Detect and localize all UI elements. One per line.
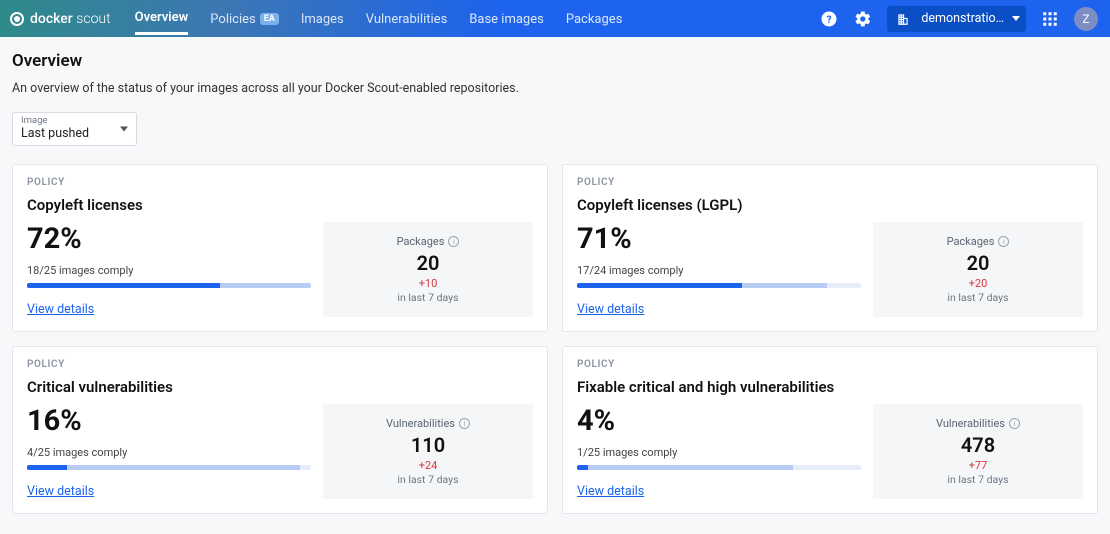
metric-value: 20 (333, 251, 523, 275)
compliance-bar (577, 465, 861, 470)
scout-icon (10, 12, 24, 26)
policy-cards-grid: POLICY Copyleft licenses 72% 18/25 image… (12, 164, 1098, 514)
apps-grid-icon[interactable] (1040, 9, 1060, 29)
nav-vulnerabilities[interactable]: Vulnerabilities (366, 4, 448, 34)
compliance-text: 4/25 images comply (27, 446, 311, 459)
info-icon[interactable]: i (448, 236, 459, 247)
primary-nav: Overview PoliciesEA Images Vulnerabiliti… (135, 2, 623, 35)
policy-stats: 4% 1/25 images comply View details (577, 404, 861, 499)
chevron-down-icon (1012, 16, 1020, 21)
nav-overview[interactable]: Overview (135, 2, 189, 35)
metric-box: Vulnerabilities i 478 +77 in last 7 days (873, 404, 1083, 499)
policy-overline: POLICY (577, 359, 1083, 370)
policy-overline: POLICY (27, 359, 533, 370)
policy-card: POLICY Critical vulnerabilities 16% 4/25… (12, 346, 548, 514)
nav-base-images[interactable]: Base images (469, 4, 544, 34)
compliance-bar (577, 283, 861, 288)
policy-card: POLICY Fixable critical and high vulnera… (562, 346, 1098, 514)
policy-overline: POLICY (27, 177, 533, 188)
page-body: Overview An overview of the status of yo… (0, 37, 1110, 534)
metric-value: 478 (883, 433, 1073, 457)
metric-label: Packages i (947, 235, 1010, 248)
help-icon[interactable]: ? (819, 9, 839, 29)
metric-value: 20 (883, 251, 1073, 275)
compliance-percent: 71% (577, 222, 861, 256)
compliance-percent: 4% (577, 404, 861, 438)
view-details-link[interactable]: View details (577, 484, 644, 499)
view-details-link[interactable]: View details (27, 302, 94, 317)
policy-card: POLICY Copyleft licenses 72% 18/25 image… (12, 164, 548, 332)
policy-title: Critical vulnerabilities (27, 378, 533, 396)
metric-box: Vulnerabilities i 110 +24 in last 7 days (323, 404, 533, 499)
metric-box: Packages i 20 +20 in last 7 days (873, 222, 1083, 317)
metric-label: Vulnerabilities i (936, 417, 1020, 430)
metric-value: 110 (333, 433, 523, 457)
metric-period: in last 7 days (333, 473, 523, 486)
image-selector[interactable]: Image Last pushed (12, 112, 137, 146)
compliance-bar (27, 283, 311, 288)
building-icon (893, 9, 913, 29)
metric-period: in last 7 days (333, 291, 523, 304)
view-details-link[interactable]: View details (577, 302, 644, 317)
top-nav: docker scout Overview PoliciesEA Images … (0, 0, 1110, 37)
policy-card: POLICY Copyleft licenses (LGPL) 71% 17/2… (562, 164, 1098, 332)
metric-label: Packages i (397, 235, 460, 248)
org-switcher[interactable]: demonstratio… (887, 6, 1026, 32)
chevron-down-icon (120, 127, 128, 132)
compliance-text: 17/24 images comply (577, 264, 861, 277)
info-icon[interactable]: i (1009, 418, 1020, 429)
org-name: demonstratio… (921, 11, 1004, 26)
metric-period: in last 7 days (883, 291, 1073, 304)
metric-delta: +10 (333, 277, 523, 290)
info-icon[interactable]: i (459, 418, 470, 429)
compliance-percent: 16% (27, 404, 311, 438)
policy-title: Fixable critical and high vulnerabilitie… (577, 378, 1083, 396)
metric-period: in last 7 days (883, 473, 1073, 486)
metric-label: Vulnerabilities i (386, 417, 470, 430)
image-selector-label: Image (21, 115, 128, 126)
image-selector-value: Last pushed (21, 126, 128, 141)
policy-title: Copyleft licenses (27, 196, 533, 214)
compliance-bar (27, 465, 311, 470)
brand-logo[interactable]: docker scout (10, 11, 111, 27)
compliance-text: 1/25 images comply (577, 446, 861, 459)
compliance-text: 18/25 images comply (27, 264, 311, 277)
nav-images[interactable]: Images (301, 4, 344, 34)
policy-stats: 72% 18/25 images comply View details (27, 222, 311, 317)
metric-delta: +77 (883, 459, 1073, 472)
brand-name: docker scout (30, 11, 111, 27)
metric-delta: +20 (883, 277, 1073, 290)
ea-badge: EA (260, 13, 279, 25)
policy-overline: POLICY (577, 177, 1083, 188)
compliance-percent: 72% (27, 222, 311, 256)
page-title: Overview (12, 51, 1098, 71)
user-avatar[interactable]: Z (1074, 7, 1098, 31)
svg-text:?: ? (827, 12, 832, 25)
metric-delta: +24 (333, 459, 523, 472)
policy-stats: 71% 17/24 images comply View details (577, 222, 861, 317)
info-icon[interactable]: i (998, 236, 1009, 247)
metric-box: Packages i 20 +10 in last 7 days (323, 222, 533, 317)
page-subtitle: An overview of the status of your images… (12, 81, 1098, 96)
settings-gear-icon[interactable] (853, 9, 873, 29)
policy-stats: 16% 4/25 images comply View details (27, 404, 311, 499)
view-details-link[interactable]: View details (27, 484, 94, 499)
nav-policies[interactable]: PoliciesEA (210, 4, 279, 34)
policy-title: Copyleft licenses (LGPL) (577, 196, 1083, 214)
nav-packages[interactable]: Packages (566, 4, 623, 34)
header-actions: ? demonstratio… Z (819, 6, 1098, 32)
